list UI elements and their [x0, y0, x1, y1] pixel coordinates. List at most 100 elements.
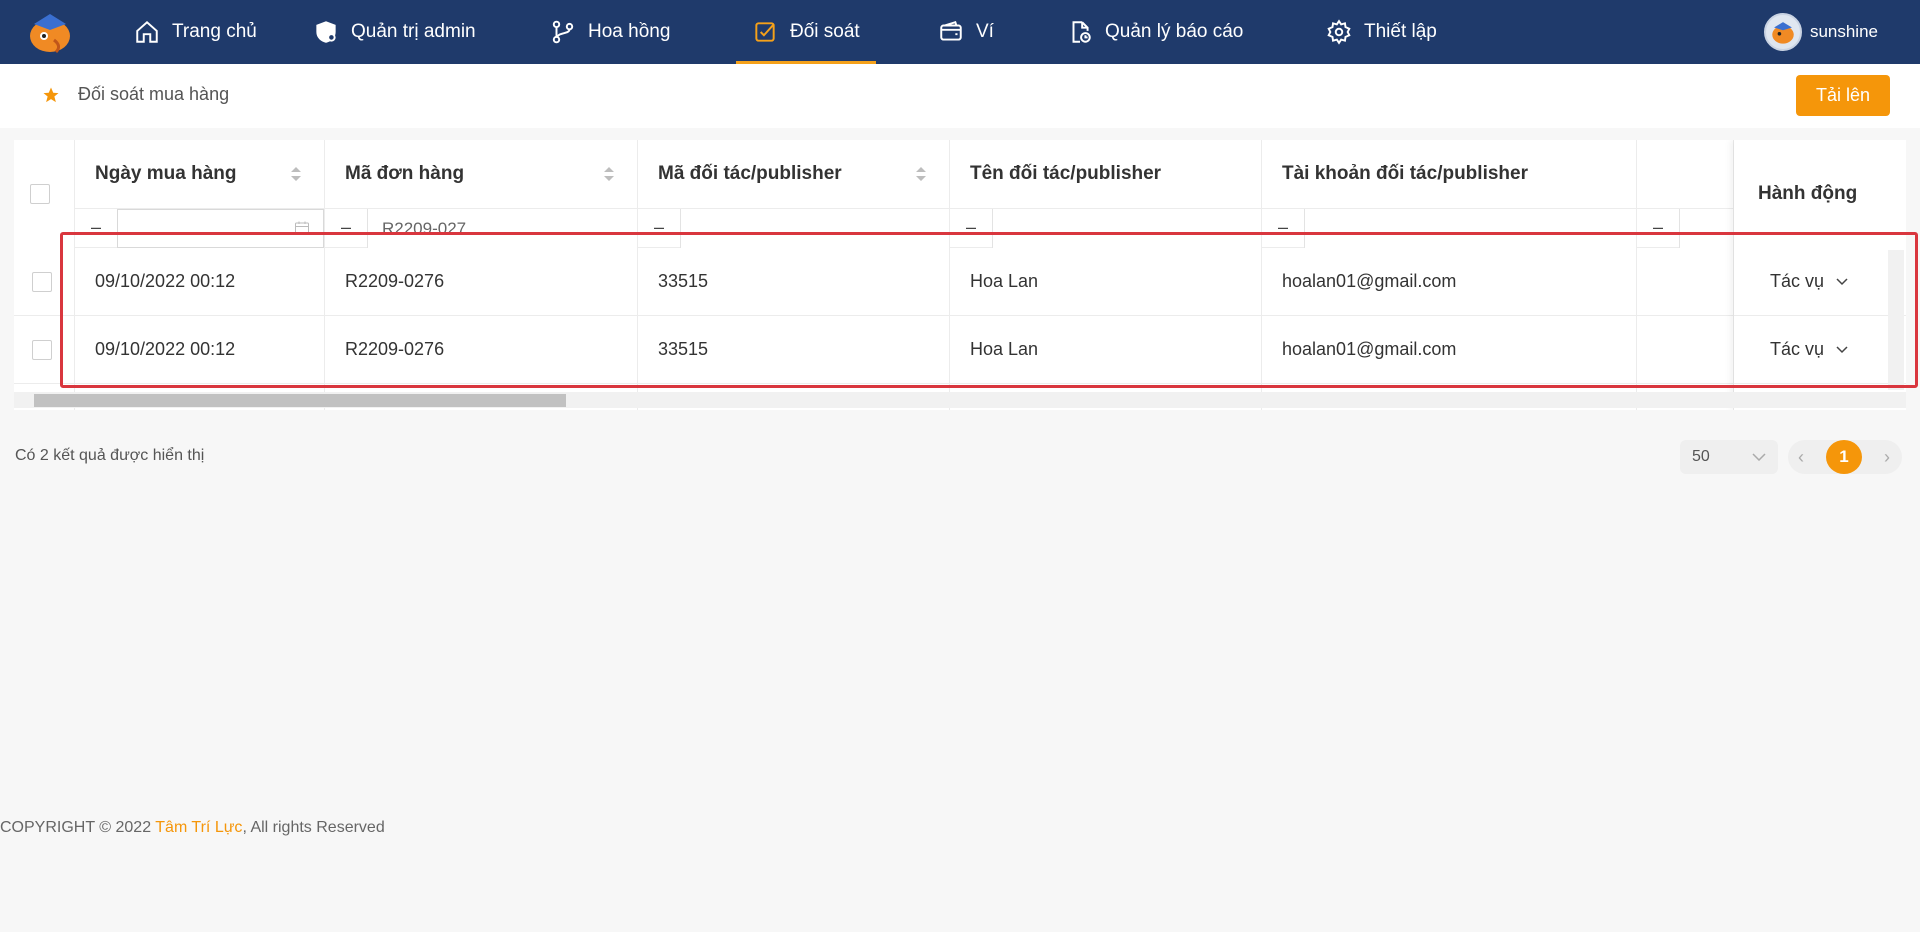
top-navbar: Trang chủ Quản trị admin Hoa hồng Đối so…: [0, 0, 1920, 64]
select-all-cell: [14, 140, 74, 248]
column-header[interactable]: Tên đối tác/publisher: [950, 140, 1261, 208]
user-menu[interactable]: sunshine: [1763, 13, 1878, 51]
column-header: [1637, 140, 1733, 208]
row-action-dropdown[interactable]: Tác vụ: [1770, 271, 1848, 292]
select-all-checkbox[interactable]: [30, 184, 50, 204]
column-title: Mã đơn hàng: [345, 163, 465, 184]
nav-item-commission[interactable]: Hoa hồng: [550, 0, 670, 64]
filter-operator[interactable]: –: [654, 217, 664, 238]
partner-name-filter-input[interactable]: [992, 209, 1261, 248]
column-title: Mã đối tác/publisher: [658, 163, 842, 184]
column-header[interactable]: Tài khoản đối tác/publisher: [1262, 140, 1636, 208]
cell-action: Tác vụ: [1734, 316, 1906, 384]
column-title: Tên đối tác/publisher: [970, 163, 1162, 184]
chevron-down-icon: [1836, 345, 1848, 353]
nav-item-settings[interactable]: Thiết lập: [1326, 0, 1437, 64]
cell-extra: [1637, 316, 1733, 384]
cell-date: 09/10/2022 00:12: [75, 316, 324, 384]
cell-order: R2209-0276: [325, 316, 637, 384]
filter-row: –: [1637, 208, 1733, 248]
filter-operator[interactable]: –: [1653, 217, 1663, 238]
checkbox-icon: [755, 22, 775, 42]
star-icon: [43, 87, 59, 102]
pagination: ‹ 1 ›: [1788, 440, 1902, 474]
cell-order: R2209-0276: [325, 248, 637, 316]
row-select-cell: [14, 316, 74, 384]
cell-partner-name: Hoa Lan: [950, 316, 1261, 384]
column-header[interactable]: Mã đối tác/publisher: [638, 140, 949, 208]
copyright: COPYRIGHT © 2022 Tâm Trí Lực, All rights…: [0, 819, 385, 837]
username: sunshine: [1809, 22, 1878, 41]
nav-item-label: Trang chủ: [172, 21, 257, 42]
scrollbar-thumb[interactable]: [34, 394, 566, 407]
filter-operator[interactable]: –: [966, 217, 976, 238]
brand-link[interactable]: Tâm Trí Lực: [155, 819, 242, 836]
column-partner-name: Tên đối tác/publisher – Hoa Lan Hoa Lan: [950, 140, 1262, 410]
breadcrumb: Đối soát mua hàng: [42, 84, 229, 105]
copyright-prefix: COPYRIGHT © 2022: [0, 819, 156, 836]
wallet-icon: [940, 21, 962, 41]
cell-account: hoalan01@gmail.com: [1262, 248, 1636, 316]
column-header[interactable]: Mã đơn hàng: [325, 140, 637, 208]
column-header: Hành động: [1734, 140, 1906, 248]
select-column: [14, 140, 75, 410]
app-logo[interactable]: [24, 10, 74, 54]
nav-item-label: Quản trị admin: [351, 21, 476, 42]
filter-row: –: [950, 208, 1261, 248]
nav-item-label: Thiết lập: [1364, 21, 1437, 42]
sort-icon[interactable]: [915, 166, 927, 182]
date-filter-input[interactable]: [117, 209, 324, 248]
upload-button[interactable]: Tải lên: [1796, 75, 1890, 116]
sort-icon[interactable]: [290, 166, 302, 182]
cell-partner-name: Hoa Lan: [950, 248, 1261, 316]
calendar-icon[interactable]: [294, 220, 310, 236]
order-code-filter-input[interactable]: [367, 209, 637, 248]
reconciliation-table: Ngày mua hàng – 09/10/2022 00:12 09/10/2…: [14, 140, 1906, 410]
cell-date: 09/10/2022 00:12: [75, 248, 324, 316]
column-purchase-date: Ngày mua hàng – 09/10/2022 00:12 09/10/2…: [75, 140, 325, 410]
horizontal-scrollbar[interactable]: [14, 392, 1906, 408]
column-title: Tài khoản đối tác/publisher: [1282, 163, 1528, 184]
row-checkbox[interactable]: [32, 339, 52, 360]
column-actions: Hành động Tác vụ Tác vụ: [1734, 140, 1906, 410]
shield-icon: [316, 21, 336, 43]
chevron-down-icon: [1836, 277, 1848, 285]
nav-item-reconciliation[interactable]: Đối soát: [736, 0, 876, 64]
extra-filter-input[interactable]: [1679, 209, 1733, 248]
filter-operator[interactable]: –: [91, 217, 101, 238]
filter-operator[interactable]: –: [341, 217, 351, 238]
cell-partner-code: 33515: [638, 316, 949, 384]
filter-operator[interactable]: –: [1278, 217, 1288, 238]
filter-row: –: [1262, 208, 1636, 248]
filter-row: –: [325, 208, 637, 248]
nav-item-home[interactable]: Trang chủ: [134, 0, 257, 64]
vertical-scrollbar[interactable]: [1888, 250, 1904, 390]
page-size-select[interactable]: 50: [1680, 440, 1778, 474]
home-icon: [136, 20, 158, 43]
nav-item-label: Quản lý báo cáo: [1105, 21, 1244, 42]
report-icon: [1072, 21, 1091, 43]
current-page[interactable]: 1: [1826, 440, 1862, 474]
branch-icon: [552, 20, 574, 44]
nav-item-wallet[interactable]: Ví: [938, 0, 994, 64]
next-page-button[interactable]: ›: [1884, 447, 1890, 468]
prev-page-button[interactable]: ‹: [1798, 447, 1804, 468]
column-extra: –: [1637, 140, 1734, 410]
nav-item-reports[interactable]: Quản lý báo cáo: [1067, 0, 1243, 64]
filter-row: –: [75, 208, 324, 248]
partner-code-filter-input[interactable]: [680, 209, 949, 248]
partner-account-filter-input[interactable]: [1304, 209, 1636, 248]
row-checkbox[interactable]: [32, 271, 52, 292]
result-count: Có 2 kết quả được hiển thị: [15, 447, 205, 464]
sort-icon[interactable]: [603, 166, 615, 182]
nav-item-label: Hoa hồng: [588, 21, 671, 42]
breadcrumb-bar: Đối soát mua hàng: [0, 64, 1920, 128]
cell-account: hoalan01@gmail.com: [1262, 316, 1636, 384]
filter-row: –: [638, 208, 949, 248]
column-header[interactable]: Ngày mua hàng: [75, 140, 324, 208]
nav-item-admin[interactable]: Quản trị admin: [313, 0, 476, 64]
column-title: Hành động: [1758, 183, 1858, 204]
action-label: Tác vụ: [1770, 339, 1825, 359]
nav-item-label: Ví: [976, 21, 994, 42]
row-action-dropdown[interactable]: Tác vụ: [1770, 339, 1848, 360]
